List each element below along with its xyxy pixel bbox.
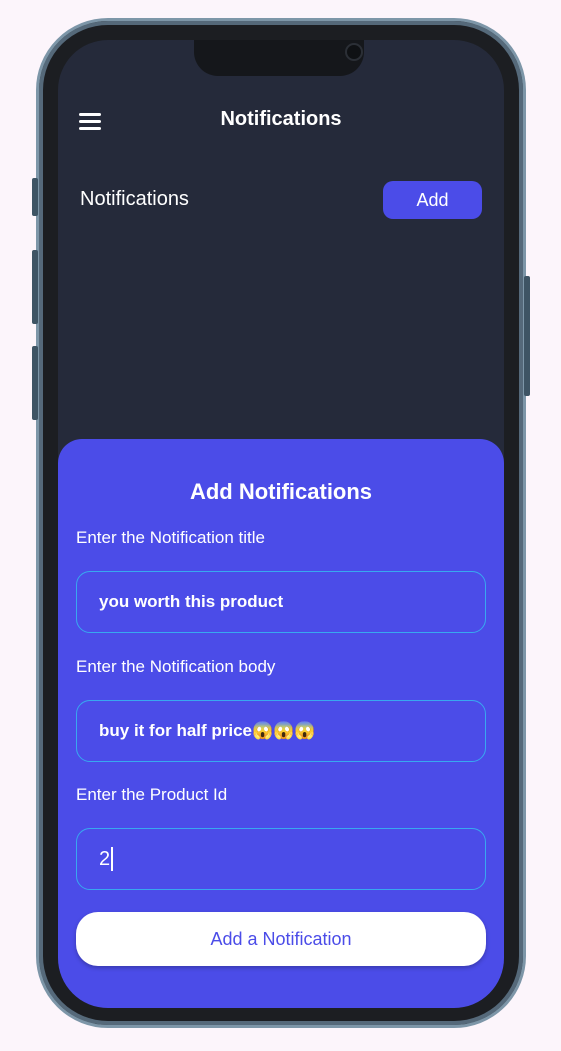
title-input[interactable]: you worth this product <box>76 571 486 633</box>
camera-icon <box>345 43 363 61</box>
body-input[interactable]: buy it for half price 😱😱😱 <box>76 700 486 762</box>
notch <box>194 40 364 76</box>
page-title: Notifications <box>220 108 342 130</box>
section-label: Notifications <box>80 188 189 210</box>
product-id-field-label: Enter the Product Id <box>76 785 228 804</box>
scream-emoji: 😱😱😱 <box>252 721 316 740</box>
side-button-volume-down <box>32 346 38 420</box>
title-input-value: you worth this product <box>99 592 284 611</box>
text-caret <box>111 847 114 871</box>
add-button[interactable]: Add <box>383 181 482 219</box>
side-button-silent <box>32 178 38 216</box>
side-button-volume-up <box>32 250 38 324</box>
add-notification-sheet: Add Notifications Enter the Notification… <box>58 439 504 1008</box>
product-id-input-value: 2 <box>99 847 111 870</box>
side-button-power <box>524 276 530 396</box>
app-screen: Notifications Notifications Add Add Noti… <box>58 40 504 1008</box>
body-input-value: buy it for half price <box>99 721 253 740</box>
sheet-title: Add Notifications <box>189 479 373 504</box>
product-id-input[interactable]: 2 <box>76 828 486 890</box>
body-field-label: Enter the Notification body <box>76 657 276 676</box>
title-field-label: Enter the Notification title <box>76 528 265 547</box>
add-notification-button[interactable]: Add a Notification <box>76 912 486 966</box>
